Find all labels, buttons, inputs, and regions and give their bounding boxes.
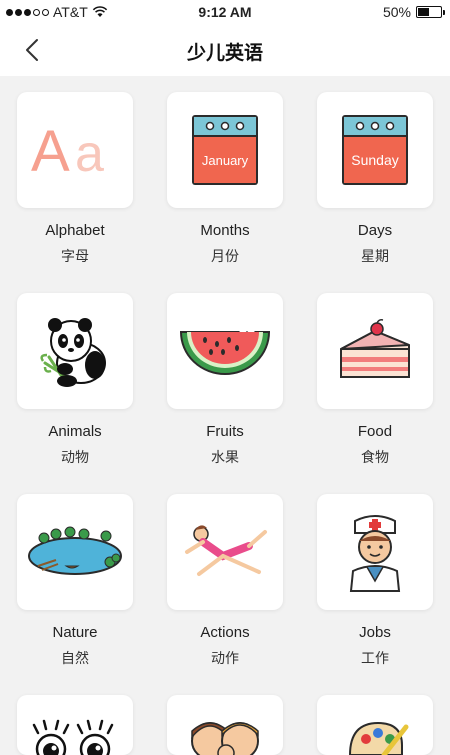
- category-en-label: Animals: [48, 423, 102, 440]
- cake-icon: [340, 319, 410, 378]
- months-card[interactable]: January: [167, 92, 283, 208]
- calendar-months-icon: January: [192, 115, 258, 185]
- category-cn-label: 动物: [61, 449, 89, 465]
- watermelon-icon: [179, 330, 271, 375]
- category-cn-label: 星期: [361, 248, 389, 264]
- nurse-icon: [349, 515, 401, 592]
- body-card[interactable]: [17, 695, 133, 755]
- status-bar: AT&T 9:12 AM 50%: [0, 0, 450, 24]
- alphabet-icon: A a: [31, 119, 104, 184]
- category-cn-label: 月份: [211, 248, 239, 264]
- panda-icon: [40, 318, 106, 387]
- eyes-icon: [32, 719, 114, 755]
- family-icon: [191, 722, 259, 755]
- family-card[interactable]: [167, 695, 283, 755]
- category-cn-label: 自然: [61, 650, 89, 666]
- palette-icon: [348, 721, 409, 755]
- calendar-day-text: Sunday: [351, 152, 398, 168]
- calendar-days-icon: Sunday: [342, 115, 408, 185]
- svg-text:a: a: [75, 125, 104, 183]
- colors-card[interactable]: [317, 695, 433, 755]
- category-cn-label: 水果: [211, 449, 239, 465]
- category-en-label: Alphabet: [45, 222, 105, 239]
- battery-icon: [416, 6, 445, 18]
- page-title: 少儿英语: [186, 43, 263, 64]
- svg-text:A: A: [31, 119, 70, 184]
- category-en-label: Days: [357, 222, 393, 239]
- category-cn-label: 食物: [361, 449, 389, 465]
- gymnast-icon: [185, 525, 267, 576]
- category-cn-label: 动作: [211, 650, 239, 666]
- category-cn-label: 字母: [61, 248, 89, 264]
- category-en-label: Nature: [52, 624, 98, 641]
- actions-card[interactable]: [167, 494, 283, 610]
- days-card[interactable]: Sunday: [317, 92, 433, 208]
- battery-percent: 50%: [382, 4, 411, 20]
- category-en-label: Actions: [200, 624, 250, 641]
- lake-icon: [28, 526, 122, 575]
- calendar-month-text: January: [202, 153, 249, 168]
- nature-card[interactable]: [17, 494, 133, 610]
- alphabet-card[interactable]: A a: [17, 92, 133, 208]
- category-cn-label: 工作: [361, 650, 389, 666]
- navigation-bar: 少儿英语: [0, 24, 450, 76]
- battery-status: 50%: [382, 4, 445, 20]
- category-en-label: Fruits: [206, 423, 244, 440]
- jobs-card[interactable]: [317, 494, 433, 610]
- category-en-label: Jobs: [359, 624, 391, 641]
- animals-card[interactable]: [17, 293, 133, 409]
- fruits-card[interactable]: [167, 293, 283, 409]
- category-en-label: Food: [357, 423, 393, 440]
- food-card[interactable]: [317, 293, 433, 409]
- category-en-label: Months: [200, 222, 250, 239]
